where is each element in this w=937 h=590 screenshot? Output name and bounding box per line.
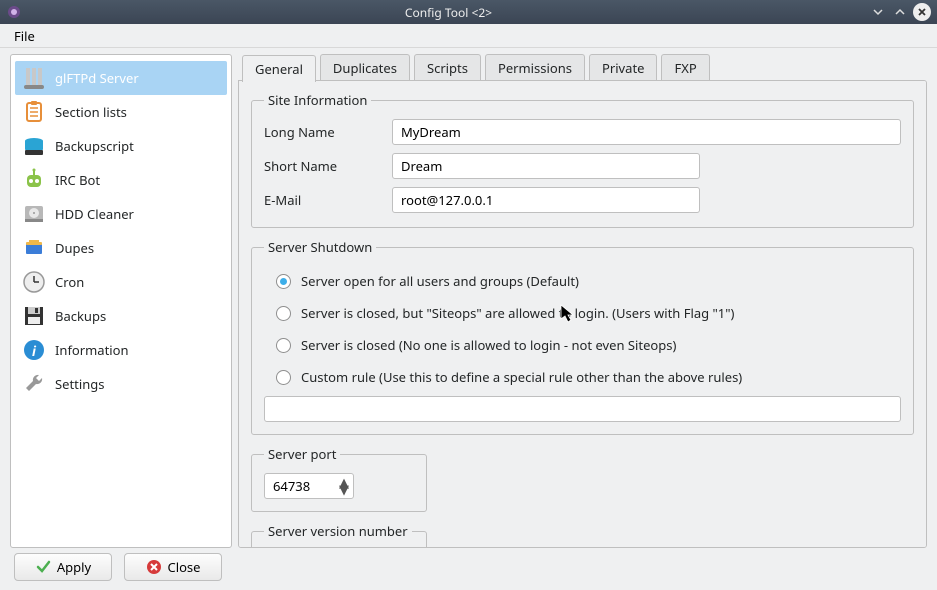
sidebar-item-hdd-cleaner[interactable]: HDD Cleaner: [15, 197, 227, 231]
menu-file[interactable]: File: [6, 24, 43, 48]
sidebar-item-dupes[interactable]: Dupes: [15, 231, 227, 265]
window-controls: [869, 3, 931, 21]
shutdown-custom-input[interactable]: [264, 396, 901, 422]
spinbox-arrows-icon[interactable]: ▲▼: [339, 479, 349, 493]
backup-script-icon: [21, 133, 47, 159]
sidebar-item-label: Backupscript: [55, 137, 134, 155]
server-version-legend: Server version number: [264, 522, 412, 540]
sidebar-item-label: Information: [55, 341, 129, 359]
short-name-label: Short Name: [264, 157, 392, 175]
sidebar-item-label: Cron: [55, 273, 84, 291]
hdd-icon: [21, 201, 47, 227]
menubar: File: [0, 24, 937, 48]
email-input[interactable]: [392, 187, 700, 213]
sidebar-item-label: Backups: [55, 307, 106, 325]
server-port-spinbox[interactable]: 64738 ▲▼: [264, 473, 354, 499]
sidebar-item-label: Dupes: [55, 239, 94, 257]
sidebar-item-backups[interactable]: Backups: [15, 299, 227, 333]
shutdown-label-open: Server open for all users and groups (De…: [301, 272, 579, 290]
window-titlebar: Config Tool <2>: [0, 0, 937, 24]
server-shutdown-legend: Server Shutdown: [264, 238, 376, 256]
long-name-input[interactable]: [392, 119, 901, 145]
sidebar-item-cron[interactable]: Cron: [15, 265, 227, 299]
close-label: Close: [168, 558, 201, 576]
sidebar-item-settings[interactable]: Settings: [15, 367, 227, 401]
app-icon: [6, 4, 22, 20]
server-port-group: Server port 64738 ▲▼: [251, 445, 427, 512]
minimize-button[interactable]: [869, 3, 887, 21]
shutdown-label-siteops: Server is closed, but "Siteops" are allo…: [301, 304, 734, 322]
site-information-legend: Site Information: [264, 91, 371, 109]
shutdown-label-custom: Custom rule (Use this to define a specia…: [301, 368, 742, 386]
short-name-input[interactable]: [392, 153, 700, 179]
server-port-legend: Server port: [264, 445, 340, 463]
bot-icon: [21, 167, 47, 193]
sidebar-item-label: IRC Bot: [55, 171, 100, 189]
close-button[interactable]: Close: [124, 553, 222, 581]
close-icon: [146, 559, 162, 575]
info-icon: i: [21, 337, 47, 363]
tab-content: Site Information Long Name Short Name E-…: [238, 80, 927, 548]
sidebar-item-backupscript[interactable]: Backupscript: [15, 129, 227, 163]
shutdown-radio-open[interactable]: [276, 274, 291, 289]
dupes-icon: [21, 235, 47, 261]
apply-button[interactable]: Apply: [14, 553, 112, 581]
maximize-button[interactable]: [891, 3, 909, 21]
tab-general[interactable]: General: [242, 55, 316, 82]
tab-permissions[interactable]: Permissions: [485, 54, 585, 81]
apply-icon: [35, 559, 51, 575]
clock-icon: [21, 269, 47, 295]
server-port-value: 64738: [273, 477, 339, 495]
floppy-icon: [21, 303, 47, 329]
shutdown-radio-custom[interactable]: [276, 370, 291, 385]
main-panel: General Duplicates Scripts Permissions P…: [238, 54, 927, 548]
tab-bar: General Duplicates Scripts Permissions P…: [238, 54, 927, 81]
bottom-button-bar: Apply Close: [0, 552, 937, 590]
tab-duplicates[interactable]: Duplicates: [320, 54, 410, 81]
server-shutdown-group: Server Shutdown Server open for all user…: [251, 238, 914, 435]
server-version-group: Server version number 2.10a: [251, 522, 427, 548]
shutdown-radio-siteops[interactable]: [276, 306, 291, 321]
sidebar: glFTPd Server Section lists Backupscript…: [10, 54, 232, 548]
sidebar-item-section-lists[interactable]: Section lists: [15, 95, 227, 129]
site-information-group: Site Information Long Name Short Name E-…: [251, 91, 914, 228]
wrench-icon: [21, 371, 47, 397]
sidebar-item-irc-bot[interactable]: IRC Bot: [15, 163, 227, 197]
shutdown-radio-closed[interactable]: [276, 338, 291, 353]
sections-icon: [21, 99, 47, 125]
window-title: Config Tool <2>: [28, 4, 869, 21]
sidebar-item-label: glFTPd Server: [55, 69, 139, 87]
email-label: E-Mail: [264, 191, 392, 209]
sidebar-item-label: HDD Cleaner: [55, 205, 134, 223]
tab-scripts[interactable]: Scripts: [414, 54, 481, 81]
sidebar-item-glftpd-server[interactable]: glFTPd Server: [15, 61, 227, 95]
long-name-label: Long Name: [264, 123, 392, 141]
sidebar-item-information[interactable]: i Information: [15, 333, 227, 367]
close-window-button[interactable]: [913, 3, 931, 21]
tab-private[interactable]: Private: [589, 54, 658, 81]
server-icon: [21, 65, 47, 91]
sidebar-item-label: Section lists: [55, 103, 127, 121]
tab-fxp[interactable]: FXP: [661, 54, 709, 81]
apply-label: Apply: [57, 558, 91, 576]
sidebar-item-label: Settings: [55, 375, 104, 393]
shutdown-label-closed: Server is closed (No one is allowed to l…: [301, 336, 676, 354]
